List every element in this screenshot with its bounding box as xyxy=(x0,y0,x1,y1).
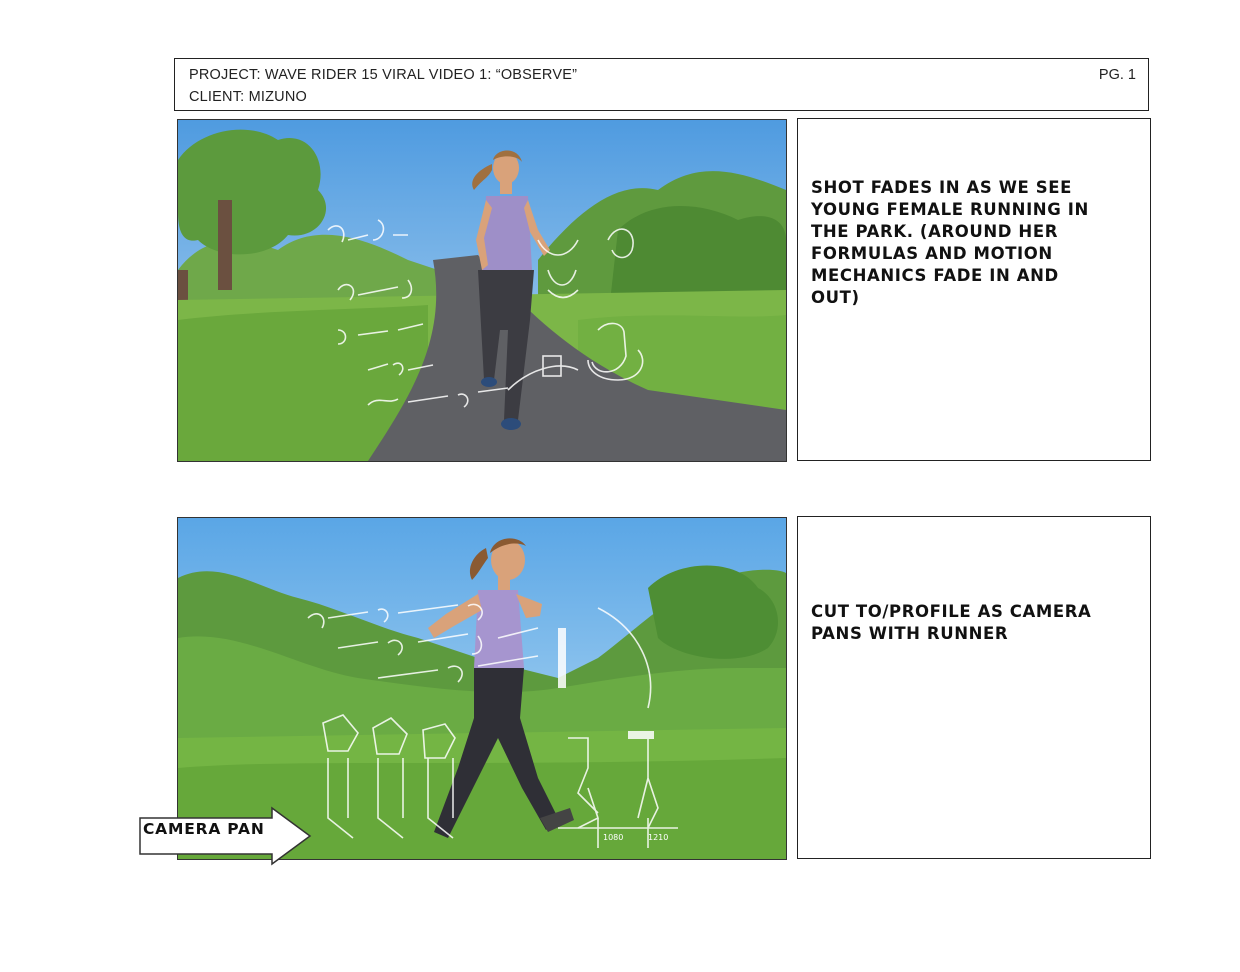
overlay-label-1080: 1080 xyxy=(603,833,623,842)
panel-description-1: SHOT FADES IN AS WE SEE YOUNG FEMALE RUN… xyxy=(797,118,1151,461)
storyboard-frame-1 xyxy=(177,119,787,462)
tree-trunk-left xyxy=(218,200,232,290)
panel-description-2: CUT TO/PROFILE AS CAMERA PANS WITH RUNNE… xyxy=(797,516,1151,859)
storyboard-header: PROJECT: WAVE RIDER 15 VIRAL VIDEO 1: “O… xyxy=(174,58,1149,111)
illustration-runner-front xyxy=(178,120,786,461)
camera-pan-label: CAMERA PAN xyxy=(143,820,265,838)
project-title: PROJECT: WAVE RIDER 15 VIRAL VIDEO 1: “O… xyxy=(189,67,578,83)
panel-2-description-text: CUT TO/PROFILE AS CAMERA PANS WITH RUNNE… xyxy=(811,602,1092,643)
panel-1-description-text: SHOT FADES IN AS WE SEE YOUNG FEMALE RUN… xyxy=(811,178,1089,307)
page-number: PG. 1 xyxy=(1098,67,1136,83)
overlay-label-1210: 1210 xyxy=(648,833,668,842)
client-name: CLIENT: MIZUNO xyxy=(189,89,307,105)
